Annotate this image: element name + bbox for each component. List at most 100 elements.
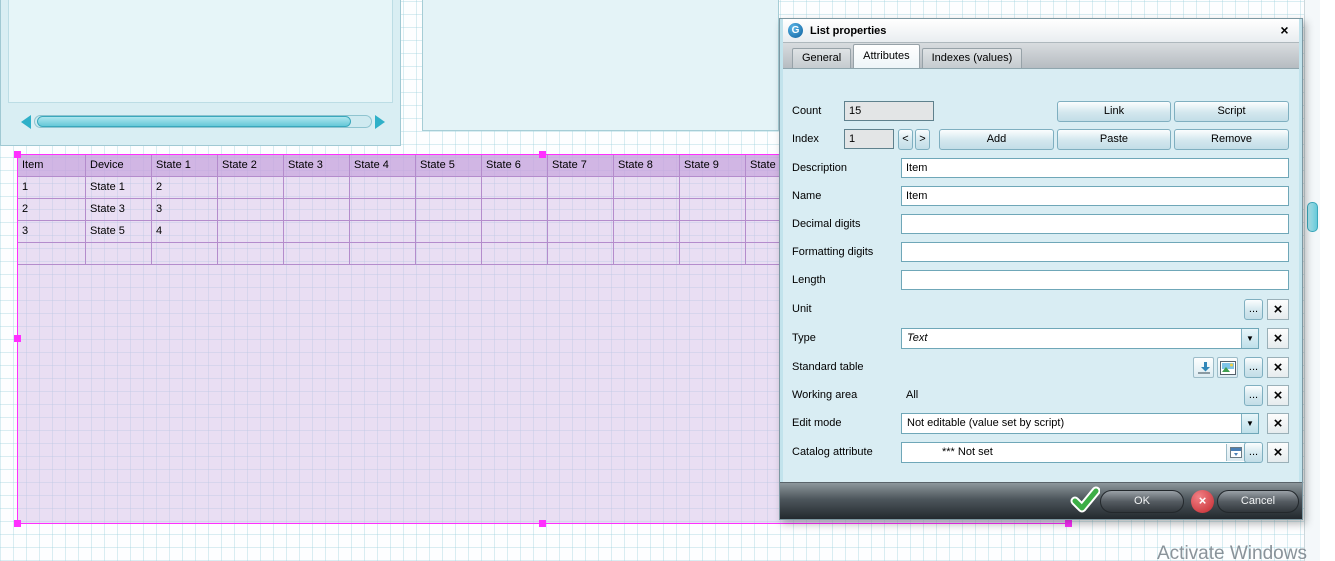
selection-handle-w[interactable]: [14, 335, 21, 342]
chevron-down-icon[interactable]: ▼: [1241, 414, 1258, 433]
table-cell: State 1: [86, 177, 152, 199]
type-row: Type Text ▼ ×: [780, 328, 1304, 350]
table-cell: [284, 243, 350, 265]
formatting-digits-label: Formatting digits: [792, 246, 873, 258]
dialog-tabs: General Attributes Indexes (values): [780, 43, 1302, 69]
add-button[interactable]: Add: [939, 129, 1054, 150]
type-dropdown[interactable]: Text ▼: [901, 328, 1259, 349]
script-button[interactable]: Script: [1174, 101, 1289, 122]
table-cell: [218, 199, 284, 221]
catalog-attribute-label: Catalog attribute: [792, 446, 873, 458]
scroll-right-arrow-icon[interactable]: [375, 115, 385, 129]
close-icon[interactable]: ×: [1276, 22, 1293, 39]
table-header-cell: State 7: [548, 155, 614, 177]
index-next-button[interactable]: >: [915, 129, 930, 150]
table-cell: 2: [152, 177, 218, 199]
remove-button[interactable]: Remove: [1174, 129, 1289, 150]
trend-panel[interactable]: [0, 0, 401, 146]
selection-handle-n[interactable]: [539, 151, 546, 158]
type-delete-icon[interactable]: ×: [1267, 328, 1289, 349]
standard-table-delete-icon[interactable]: ×: [1267, 357, 1289, 378]
selection-handle-se[interactable]: [1065, 520, 1072, 527]
standard-table-row: Standard table ... ×: [780, 357, 1304, 379]
editor-vscrollbar[interactable]: [1304, 0, 1320, 561]
table-cell: [416, 199, 482, 221]
table-cell: [614, 243, 680, 265]
working-area-label: Working area: [792, 389, 857, 401]
table-cell: [680, 199, 746, 221]
description-input[interactable]: [901, 158, 1289, 178]
index-prev-button[interactable]: <: [898, 129, 913, 150]
unit-more-button[interactable]: ...: [1244, 299, 1263, 320]
table-cell: [284, 199, 350, 221]
cancel-button[interactable]: Cancel: [1217, 490, 1299, 513]
working-area-more-button[interactable]: ...: [1244, 385, 1263, 406]
catalog-attribute-field[interactable]: *** Not set: [901, 442, 1247, 463]
table-cell: [218, 177, 284, 199]
name-input[interactable]: [901, 186, 1289, 206]
index-input[interactable]: [844, 129, 894, 149]
selection-handle-s[interactable]: [539, 520, 546, 527]
table-cell: [350, 199, 416, 221]
standard-table-more-button[interactable]: ...: [1244, 357, 1263, 378]
table-cell: [218, 243, 284, 265]
table-cell: [614, 177, 680, 199]
table-cell: [284, 177, 350, 199]
edit-mode-delete-icon[interactable]: ×: [1267, 413, 1289, 434]
table-header-cell: State 2: [218, 155, 284, 177]
catalog-attribute-delete-icon[interactable]: ×: [1267, 442, 1289, 463]
catalog-picker-icon[interactable]: [1226, 444, 1245, 461]
count-input[interactable]: [844, 101, 934, 121]
table-cell: 3: [152, 199, 218, 221]
panel-hscrollbar: [19, 110, 387, 134]
table-cell: [416, 221, 482, 243]
paste-button[interactable]: Paste: [1057, 129, 1171, 150]
unit-delete-icon[interactable]: ×: [1267, 299, 1289, 320]
tab-general[interactable]: General: [792, 48, 851, 68]
empty-panel[interactable]: [422, 0, 779, 131]
table-cell: [680, 221, 746, 243]
dialog-footer: OK × Cancel: [780, 482, 1302, 519]
table-cell: [350, 177, 416, 199]
tab-attributes[interactable]: Attributes: [853, 44, 919, 68]
table-cell: State 3: [86, 199, 152, 221]
selection-handle-nw[interactable]: [14, 151, 21, 158]
selection-handle-sw[interactable]: [14, 520, 21, 527]
table-header-cell: State 5: [416, 155, 482, 177]
vscrollbar-thumb[interactable]: [1307, 202, 1318, 232]
table-cell: 3: [18, 221, 86, 243]
table-header-cell: Item: [18, 155, 86, 177]
decimal-digits-row: Decimal digits: [780, 214, 1304, 236]
chevron-down-icon[interactable]: ▼: [1241, 329, 1258, 348]
index-label: Index: [792, 133, 819, 145]
image-table-icon[interactable]: [1217, 357, 1238, 378]
scrollbar-thumb[interactable]: [37, 116, 351, 127]
edit-mode-dropdown[interactable]: Not editable (value set by script) ▼: [901, 413, 1259, 434]
name-row: Name: [780, 186, 1304, 208]
tab-indexes-values[interactable]: Indexes (values): [922, 48, 1023, 68]
formatting-digits-row: Formatting digits: [780, 242, 1304, 264]
length-label: Length: [792, 274, 826, 286]
table-cell: [152, 243, 218, 265]
length-input[interactable]: [901, 270, 1289, 290]
scroll-left-arrow-icon[interactable]: [21, 115, 31, 129]
catalog-attribute-row: Catalog attribute *** Not set ... ×: [780, 442, 1304, 464]
description-label: Description: [792, 162, 847, 174]
dialog-titlebar: G List properties ×: [780, 19, 1302, 43]
working-area-delete-icon[interactable]: ×: [1267, 385, 1289, 406]
formatting-digits-input[interactable]: [901, 242, 1289, 262]
table-cell: 2: [18, 199, 86, 221]
table-cell: [548, 243, 614, 265]
name-label: Name: [792, 190, 821, 202]
table-cell: [548, 199, 614, 221]
table-cell: [218, 221, 284, 243]
import-table-icon[interactable]: [1193, 357, 1214, 378]
link-button[interactable]: Link: [1057, 101, 1171, 122]
edit-mode-row: Edit mode Not editable (value set by scr…: [780, 413, 1304, 435]
ok-button[interactable]: OK: [1100, 490, 1184, 513]
table-cell: [482, 243, 548, 265]
catalog-attribute-more-button[interactable]: ...: [1244, 442, 1263, 463]
count-row: Count Link Script: [780, 101, 1304, 123]
decimal-digits-input[interactable]: [901, 214, 1289, 234]
length-row: Length: [780, 270, 1304, 292]
